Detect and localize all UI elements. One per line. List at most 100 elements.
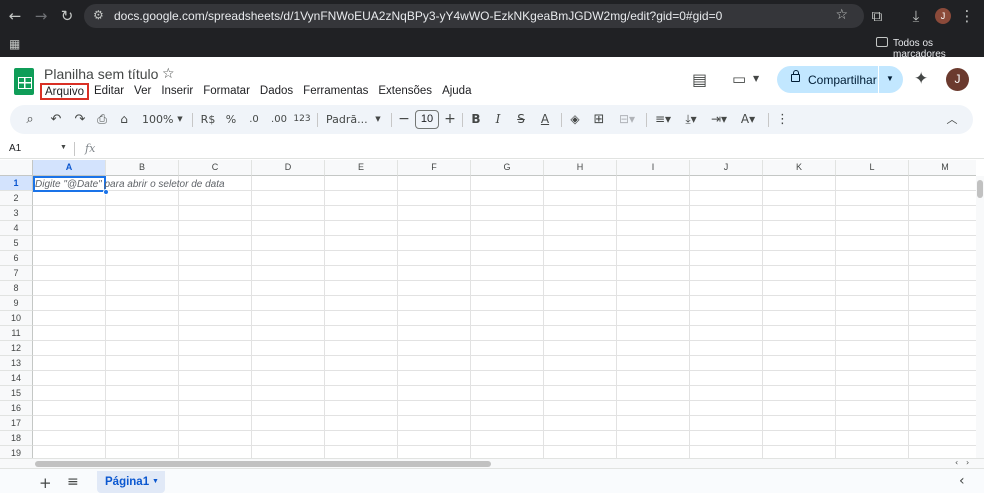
row-header-8[interactable]: 8 [0,281,33,296]
font-size-input[interactable]: 10 [415,110,439,129]
document-title[interactable]: Planilha sem título [44,66,158,82]
fill-color-icon[interactable]: ◈ [568,105,582,134]
column-header-g[interactable]: G [471,160,544,176]
paint-format-icon[interactable]: ⌂ [116,105,132,134]
menu-inserir[interactable]: Inserir [156,83,198,100]
column-header-h[interactable]: H [544,160,617,176]
vertical-align-icon[interactable]: ⤓▾ [680,105,702,134]
gemini-sparkle-icon[interactable]: ✦ [914,69,928,89]
row-header-15[interactable]: 15 [0,386,33,401]
row-header-16[interactable]: 16 [0,401,33,416]
select-all-corner[interactable] [0,160,33,176]
column-header-m[interactable]: M [909,160,976,176]
meet-dropdown-icon[interactable]: ▼ [753,74,759,83]
print-icon[interactable]: ⎙ [94,105,110,134]
share-button[interactable]: Compartilhar ▼ [777,66,903,93]
text-color-icon[interactable]: A [537,105,553,134]
all-sheets-icon[interactable]: ≡ [67,474,79,490]
comments-icon[interactable]: ▤ [692,70,707,89]
meet-icon[interactable]: ▭ [732,70,746,88]
site-settings-icon[interactable]: ⚙ [93,8,104,22]
menu-ferramentas[interactable]: Ferramentas [298,83,373,100]
borders-icon[interactable]: ⊞ [592,105,606,134]
decrease-font-size-icon[interactable]: − [398,105,410,134]
row-header-11[interactable]: 11 [0,326,33,341]
row-header-12[interactable]: 12 [0,341,33,356]
reload-icon[interactable]: ↻ [58,8,76,24]
row-header-17[interactable]: 17 [0,416,33,431]
forward-icon[interactable]: → [32,8,50,24]
column-header-d[interactable]: D [252,160,325,176]
menu-arquivo[interactable]: Arquivo [40,83,89,100]
undo-icon[interactable]: ↶ [48,105,64,134]
star-document-icon[interactable]: ☆ [162,66,175,82]
row-header-3[interactable]: 3 [0,206,33,221]
sheet-tab-dropdown-icon[interactable]: ▼ [152,478,159,485]
horizontal-align-icon[interactable]: ≡▾ [652,105,674,134]
column-header-l[interactable]: L [836,160,909,176]
italic-button[interactable]: I [492,105,504,134]
menu-ajuda[interactable]: Ajuda [437,83,476,100]
increase-decimal-button[interactable]: .00 [270,105,288,134]
redo-icon[interactable]: ↷ [72,105,88,134]
side-panel-toggle-icon[interactable]: ‹ [959,473,965,489]
extensions-icon[interactable]: ⧉ [868,8,886,24]
spreadsheet-grid[interactable]: ABCDEFGHIJKLM 1 2 3 4 5 6 7 8 9 10 11 12 13 14 15 16 17 1… [0,160,976,462]
row-header-9[interactable]: 9 [0,296,33,311]
row-header-7[interactable]: 7 [0,266,33,281]
bold-button[interactable]: B [470,105,482,134]
menu-editar[interactable]: Editar [89,83,129,100]
bookmark-star-icon[interactable]: ☆ [835,7,848,23]
account-avatar[interactable]: J [946,68,969,91]
row-header-18[interactable]: 18 [0,431,33,446]
search-menus-icon[interactable]: ⌕ [22,105,38,134]
text-rotation-icon[interactable]: A▾ [736,105,760,134]
menu-formatar[interactable]: Formatar [198,83,255,100]
row-header-4[interactable]: 4 [0,221,33,236]
more-options-icon[interactable]: ⋮ [776,105,789,134]
merge-cells-icon[interactable]: ⊟▾ [616,105,638,134]
zoom-dropdown-icon[interactable]: ▼ [175,105,185,134]
column-header-a[interactable]: A [33,160,106,176]
row-header-6[interactable]: 6 [0,251,33,266]
number-format-button[interactable]: 123 [293,105,311,134]
apps-grid-icon[interactable]: ▦ [9,37,20,51]
sheets-logo[interactable] [14,68,34,95]
horizontal-scroll-thumb[interactable] [35,461,491,467]
font-select[interactable]: Padrã... [326,105,368,134]
name-box[interactable]: A1 [9,143,21,154]
column-header-j[interactable]: J [690,160,763,176]
strikethrough-icon[interactable]: S [514,105,528,134]
row-header-14[interactable]: 14 [0,371,33,386]
vertical-scrollbar[interactable] [976,176,984,462]
row-header-10[interactable]: 10 [0,311,33,326]
row-header-1[interactable]: 1 [0,176,33,191]
increase-font-size-icon[interactable]: + [444,105,456,134]
address-bar[interactable]: ⚙ docs.google.com/spreadsheets/d/1VynFNW… [84,4,864,28]
column-header-e[interactable]: E [325,160,398,176]
collapse-toolbar-icon[interactable]: ︿ [945,105,959,134]
sheet-tab-pagina1[interactable]: Página1 ▼ [97,471,165,493]
column-header-c[interactable]: C [179,160,252,176]
column-header-i[interactable]: I [617,160,690,176]
column-header-f[interactable]: F [398,160,471,176]
add-sheet-icon[interactable]: + [39,474,52,492]
decrease-decimal-button[interactable]: .0 [246,105,262,134]
menu-dados[interactable]: Dados [255,83,298,100]
column-header-k[interactable]: K [763,160,836,176]
row-header-5[interactable]: 5 [0,236,33,251]
text-wrapping-icon[interactable]: ⇥▾ [708,105,730,134]
scroll-left-icon[interactable]: ‹ [955,458,958,467]
profile-avatar[interactable]: J [935,8,951,24]
column-header-b[interactable]: B [106,160,179,176]
download-icon[interactable]: ⤓ [907,8,925,24]
share-dropdown-icon[interactable]: ▼ [886,74,894,83]
all-bookmarks-link[interactable]: Todos os marcadores [893,38,984,60]
zoom-select[interactable]: 100% [142,105,173,134]
menu-ver[interactable]: Ver [129,83,156,100]
currency-button[interactable]: R$ [200,105,216,134]
scroll-right-icon[interactable]: › [966,458,969,467]
vertical-scroll-thumb[interactable] [977,180,983,198]
back-icon[interactable]: ← [6,8,24,24]
font-dropdown-icon[interactable]: ▼ [373,105,383,134]
